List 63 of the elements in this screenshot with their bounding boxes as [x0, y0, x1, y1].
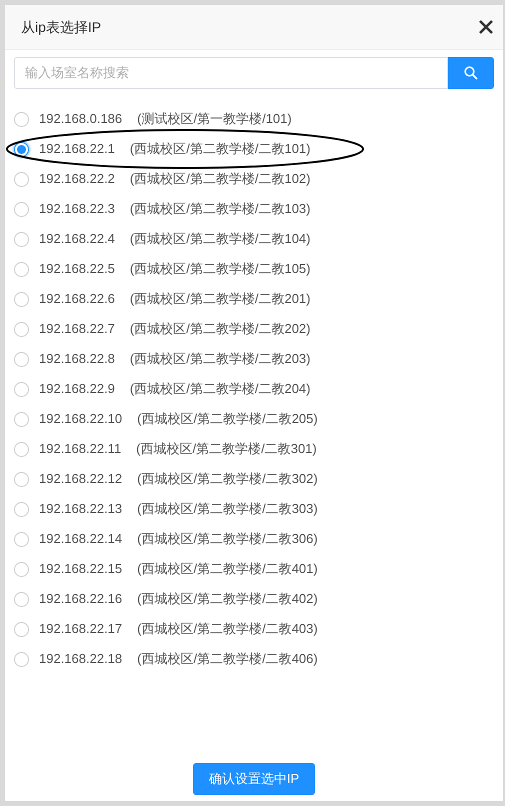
- room-location: (西城校区/第二教学楼/二教203): [130, 350, 310, 368]
- radio-button[interactable]: [14, 232, 29, 246]
- close-icon[interactable]: [479, 20, 493, 34]
- search-icon: [464, 66, 478, 80]
- ip-address: 192.168.22.10: [39, 410, 122, 428]
- ip-address: 192.168.22.5: [39, 260, 115, 278]
- radio-button[interactable]: [14, 112, 29, 126]
- room-location: (西城校区/第二教学楼/二教202): [130, 320, 310, 338]
- ip-address: 192.168.22.15: [39, 560, 122, 578]
- radio-button[interactable]: [14, 172, 29, 186]
- room-location: (西城校区/第二教学楼/二教402): [137, 590, 318, 608]
- ip-address: 192.168.22.16: [39, 590, 122, 608]
- ip-address: 192.168.22.18: [39, 650, 122, 668]
- room-location: (西城校区/第二教学楼/二教301): [136, 440, 317, 458]
- room-location: (西城校区/第二教学楼/二教205): [137, 410, 318, 428]
- room-location: (西城校区/第二教学楼/二教403): [137, 620, 318, 638]
- ip-address: 192.168.22.9: [39, 380, 115, 398]
- radio-button[interactable]: [14, 652, 29, 666]
- search-button[interactable]: [448, 57, 494, 89]
- dialog-title: 从ip表选择IP: [21, 18, 102, 37]
- room-location: (西城校区/第二教学楼/二教204): [130, 380, 310, 398]
- radio-button[interactable]: [14, 502, 29, 516]
- ip-address: 192.168.22.7: [39, 320, 115, 338]
- radio-button[interactable]: [14, 292, 29, 306]
- ip-address: 192.168.22.8: [39, 350, 115, 368]
- room-location: (西城校区/第二教学楼/二教103): [130, 200, 310, 218]
- ip-address: 192.168.22.6: [39, 290, 115, 308]
- radio-button[interactable]: [14, 562, 29, 576]
- room-location: (西城校区/第二教学楼/二教406): [137, 650, 318, 668]
- room-location: (西城校区/第二教学楼/二教303): [137, 500, 318, 518]
- ip-address: 192.168.22.11: [39, 440, 122, 458]
- radio-button[interactable]: [14, 202, 29, 216]
- ip-address: 192.168.22.3: [39, 200, 115, 218]
- radio-button[interactable]: [14, 592, 29, 606]
- search-field[interactable]: 输入场室名称搜索: [14, 57, 448, 89]
- radio-button[interactable]: [14, 622, 29, 636]
- radio-button[interactable]: [14, 382, 29, 396]
- room-location: (西城校区/第二教学楼/二教306): [137, 530, 318, 548]
- ip-address: 192.168.22.4: [39, 230, 115, 248]
- confirm-button[interactable]: 确认设置选中IP: [192, 763, 316, 795]
- ip-address: 192.168.22.2: [39, 170, 115, 188]
- room-location: (西城校区/第二教学楼/二教104): [130, 230, 310, 248]
- ip-address: 192.168.22.13: [39, 500, 122, 518]
- room-location: (西城校区/第二教学楼/二教105): [130, 260, 310, 278]
- radio-button[interactable]: [14, 412, 29, 426]
- radio-button[interactable]: [14, 442, 29, 456]
- radio-button[interactable]: [14, 472, 29, 486]
- room-location: (西城校区/第二教学楼/二教302): [137, 470, 318, 488]
- ip-address: 192.168.22.14: [39, 530, 122, 548]
- radio-button[interactable]: [14, 262, 29, 276]
- radio-button[interactable]: [14, 532, 29, 546]
- room-location: (测试校区/第一教学楼/101): [137, 110, 292, 128]
- ip-address: 192.168.22.17: [39, 620, 122, 638]
- ip-address: 192.168.0.186: [39, 110, 122, 128]
- ip-address: 192.168.22.12: [39, 470, 122, 488]
- radio-button[interactable]: [14, 352, 29, 366]
- room-location: (西城校区/第二教学楼/二教101): [130, 140, 310, 158]
- radio-button[interactable]: [14, 322, 29, 336]
- room-location: (西城校区/第二教学楼/二教201): [130, 290, 310, 308]
- room-location: (西城校区/第二教学楼/二教102): [130, 170, 310, 188]
- room-location: (西城校区/第二教学楼/二教401): [137, 560, 318, 578]
- radio-button[interactable]: [14, 142, 29, 156]
- ip-address: 192.168.22.1: [39, 140, 115, 158]
